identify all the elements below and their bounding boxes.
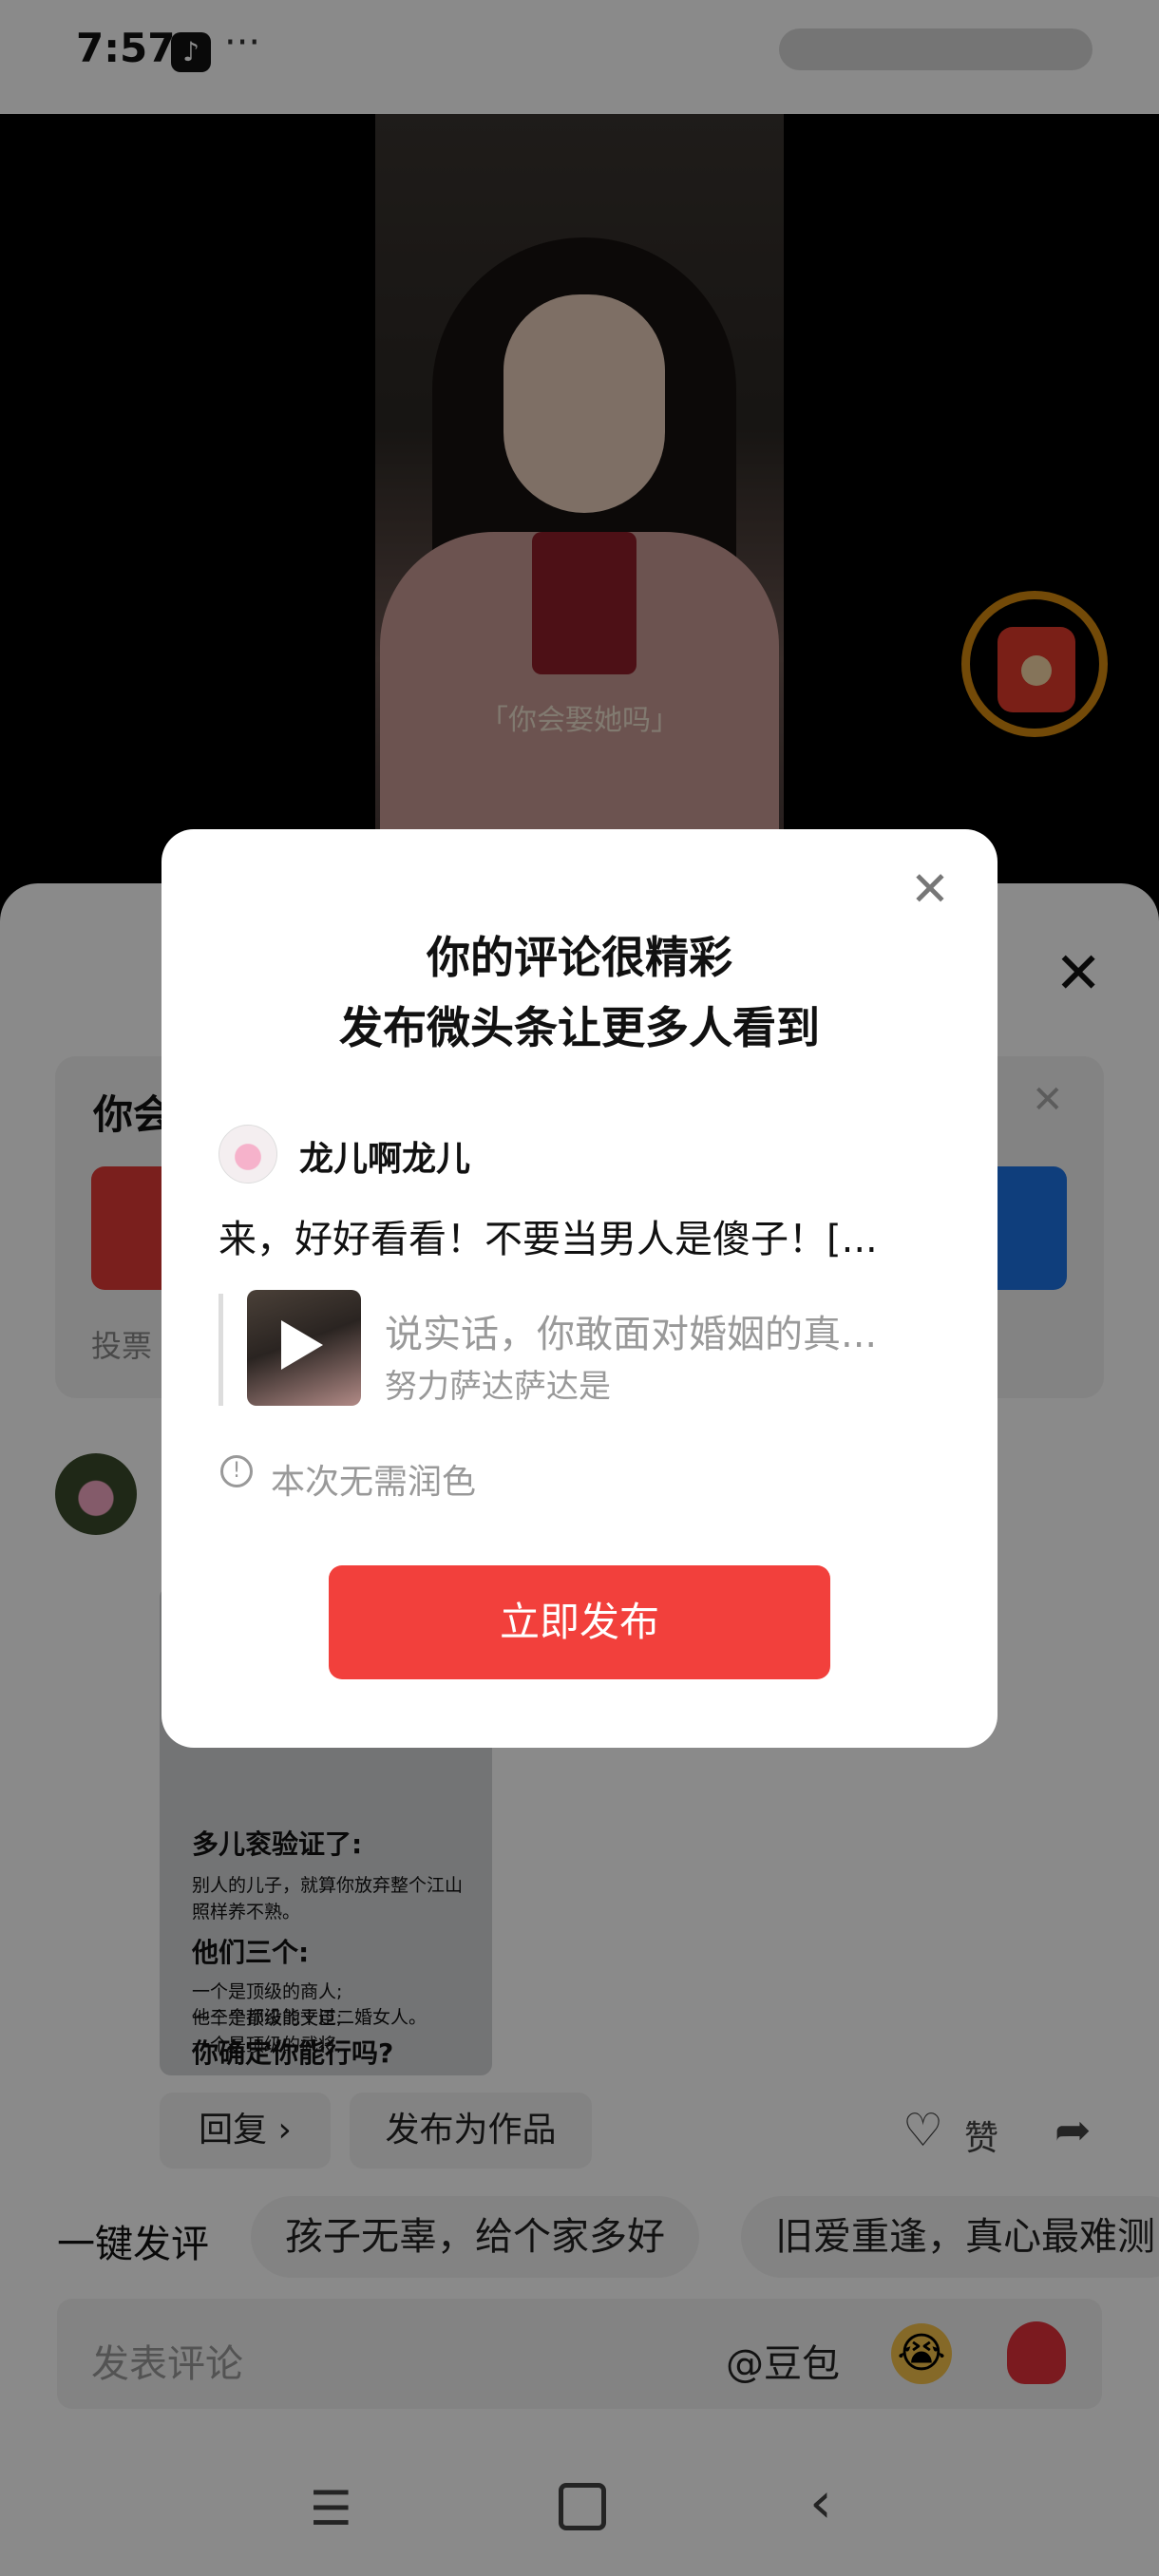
- user-avatar: [218, 1125, 277, 1184]
- quote-divider: [218, 1294, 223, 1406]
- post-text: 来，好好看看！不要当男人是傻子！[...: [218, 1218, 878, 1261]
- quoted-video-author: 努力萨达萨达是: [385, 1368, 611, 1406]
- publish-now-button[interactable]: 立即发布: [329, 1565, 830, 1679]
- dialog-subtitle: 发布微头条让更多人看到: [339, 1002, 820, 1053]
- info-icon: !: [220, 1455, 253, 1487]
- username: 龙儿啊龙儿: [299, 1140, 471, 1179]
- play-icon: [281, 1320, 323, 1370]
- quoted-video-title: 说实话，你敢面对婚姻的真...: [385, 1313, 878, 1356]
- dialog-title: 你的评论很精彩: [427, 932, 732, 983]
- no-polish-notice: 本次无需润色: [271, 1463, 477, 1502]
- dialog-close-icon[interactable]: ✕: [910, 862, 950, 917]
